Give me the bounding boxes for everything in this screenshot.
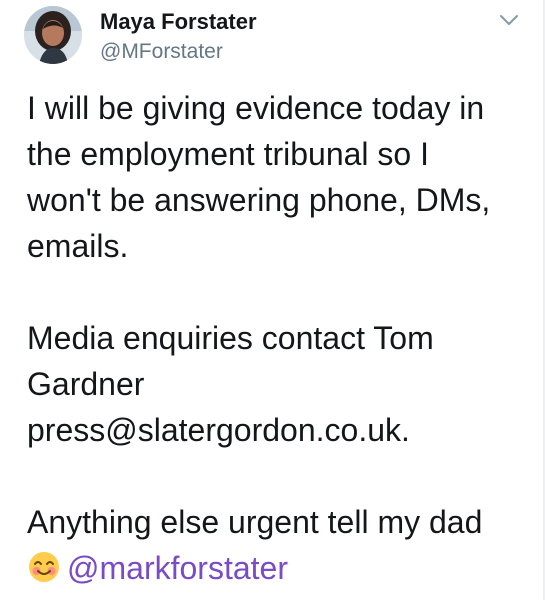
tweet-text-line: press@slatergordon.co.uk.	[27, 412, 410, 448]
tweet-text: I will be giving evidence today in the e…	[27, 85, 537, 591]
tweet-text-line: Gardner	[27, 366, 145, 402]
profile-photo-icon	[24, 6, 82, 64]
tweet-text-line: won't be answering phone, DMs,	[27, 182, 491, 218]
author-avatar[interactable]	[24, 6, 82, 64]
author-handle[interactable]: @MForstater	[100, 40, 223, 64]
tweet-text-line: I will be giving evidence today in	[27, 90, 485, 126]
tweet-text-line: the employment tribunal so I	[27, 136, 429, 172]
tweet-text-line: Media enquiries contact Tom	[27, 320, 434, 356]
mention-link[interactable]: @markforstater	[67, 550, 288, 586]
chevron-down-icon	[500, 15, 518, 25]
tweet-final-line: @markforstater	[27, 545, 537, 591]
author-name[interactable]: Maya Forstater	[100, 9, 257, 35]
tweet-card: Maya Forstater @MForstater I will be giv…	[0, 0, 545, 600]
tweet-menu-button[interactable]	[494, 8, 524, 32]
tweet-text-line: Anything else urgent tell my dad	[27, 504, 483, 540]
smiling-face-with-smiling-eyes-icon	[29, 552, 59, 582]
tweet-text-line: emails.	[27, 228, 129, 264]
